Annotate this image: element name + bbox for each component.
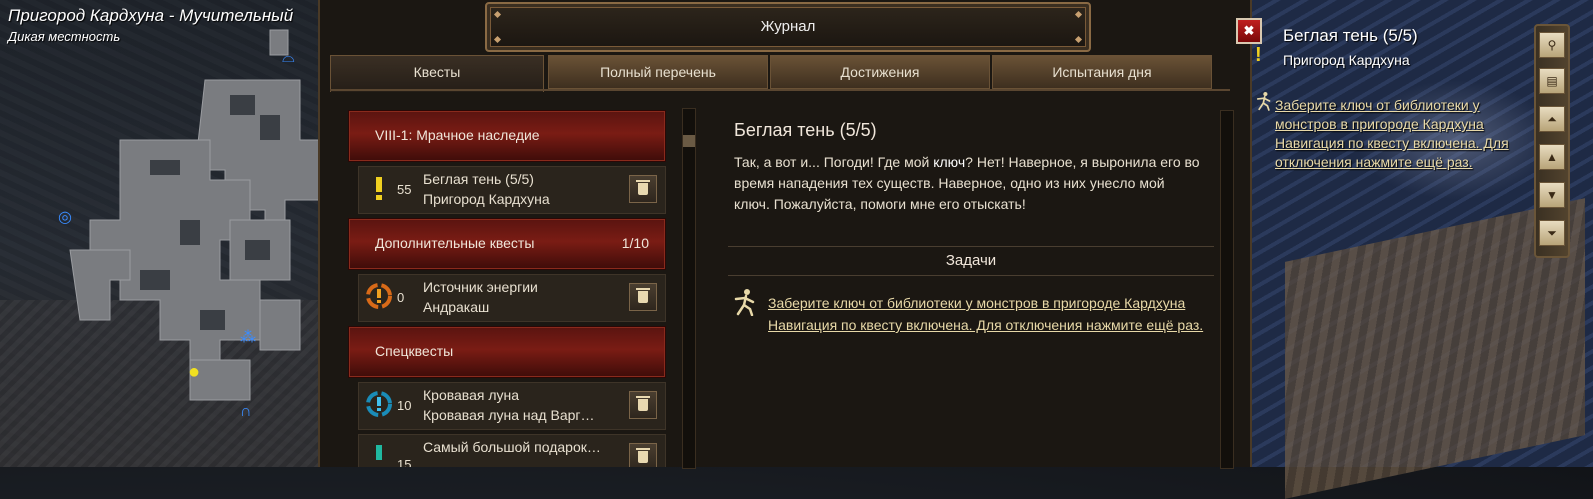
player-marker-icon: ● xyxy=(188,361,201,383)
quest-title: Беглая тень (5/5) xyxy=(423,171,534,187)
category-label: Спецквесты xyxy=(375,343,454,359)
quest-location: Пригород Кардхуна xyxy=(423,191,550,207)
scroll-icon[interactable]: ▤ xyxy=(1539,68,1565,94)
up-icon[interactable]: ▲ xyxy=(1539,144,1565,170)
task-nav-hint: Навигация по квесту включена. Для отключ… xyxy=(768,317,1204,333)
tab-achievements[interactable]: Достижения xyxy=(770,55,990,89)
scroll-thumb[interactable] xyxy=(683,135,695,147)
quest-title: Источник энергии xyxy=(423,279,538,295)
corner-stud xyxy=(1074,35,1083,44)
double-down-icon[interactable]: ⏷ xyxy=(1539,220,1565,246)
quest-level: 10 xyxy=(397,398,412,413)
quest-level: 0 xyxy=(397,290,405,305)
exclamation-icon: ! xyxy=(1255,44,1262,66)
down-icon[interactable]: ▼ xyxy=(1539,182,1565,208)
close-button[interactable]: ✖ xyxy=(1236,18,1262,44)
quest-location: Андракаш xyxy=(423,299,490,315)
quest-location: Кровавая луна над Варг… xyxy=(423,407,595,423)
location-label: Пригород Кардхуна - Мучительный Дикая ме… xyxy=(8,6,293,44)
tracker-objective-link[interactable]: Заберите ключ от библиотеки у монстров в… xyxy=(1275,96,1535,172)
corner-stud xyxy=(493,10,502,19)
tracker-sidebar: ⚲ ▤ ⏶ ▲ ▼ ⏷ xyxy=(1534,24,1570,258)
category-extra[interactable]: Дополнительные квесты 1/10 xyxy=(348,218,666,270)
quest-level: 15 xyxy=(397,457,412,467)
quest-entry-biggest-gift[interactable]: 15 Самый большой подарок… xyxy=(358,434,666,467)
zone-name: Пригород Кардхуна - Мучительный xyxy=(8,6,294,25)
corner-stud xyxy=(493,35,502,44)
exclamation-icon xyxy=(376,445,382,460)
tasks-header: Задачи xyxy=(728,246,1214,276)
running-figure-icon xyxy=(1256,92,1271,111)
tracker-nav-hint: Навигация по квесту включена. Для отключ… xyxy=(1275,135,1509,170)
tab-daily-challenges[interactable]: Испытания дня xyxy=(992,55,1212,89)
double-up-icon[interactable]: ⏶ xyxy=(1539,106,1565,132)
category-special[interactable]: Спецквесты xyxy=(348,326,666,378)
trash-icon xyxy=(636,396,650,398)
trash-icon xyxy=(636,180,650,182)
task-objective-link[interactable]: Заберите ключ от библиотеки у монстров в… xyxy=(768,292,1228,336)
quest-entry-blood-moon[interactable]: 10 Кровавая луна Кровавая луна над Варг… xyxy=(358,382,666,430)
journal-title-bar[interactable]: Журнал xyxy=(485,2,1091,52)
portal-icon[interactable]: ⌓ xyxy=(282,50,295,66)
gate-icon[interactable]: ∩ xyxy=(240,404,252,420)
quest-list-scrollbar[interactable] xyxy=(682,108,696,469)
category-count: 1/10 xyxy=(621,235,649,251)
abandon-quest-button[interactable] xyxy=(629,283,657,311)
quest-title: Самый большой подарок… xyxy=(423,439,601,455)
quest-entry-fleeing-shadow[interactable]: 55 Беглая тень (5/5) Пригород Кардхуна xyxy=(358,166,666,214)
running-figure-icon xyxy=(734,289,755,316)
tracker-title: Беглая тень (5/5) xyxy=(1283,26,1418,45)
journal-title: Журнал xyxy=(760,18,816,35)
detail-description: Так, а вот и... Погоди! Где мой ключ? Не… xyxy=(734,154,1200,212)
abandon-quest-button[interactable] xyxy=(629,443,657,467)
quest-detail: Беглая тень (5/5) Так, а вот и... Погоди… xyxy=(714,106,1214,467)
repeatable-quest-icon xyxy=(366,391,392,417)
quest-title: Кровавая луна xyxy=(423,387,520,403)
quest-list: VIII-1: Мрачное наследие 55 Беглая тень … xyxy=(348,108,668,467)
tab-quests[interactable]: Квесты xyxy=(330,55,544,92)
trash-icon xyxy=(636,448,650,450)
tracker-location: Пригород Кардхуна xyxy=(1283,52,1410,68)
exclamation-icon xyxy=(376,177,382,200)
tabs-divider xyxy=(330,89,1230,91)
abandon-quest-button[interactable] xyxy=(629,391,657,419)
journal-window: Журнал ✖ Квесты Полный перечень Достижен… xyxy=(318,0,1262,469)
highlight-keyword: ключ xyxy=(933,154,966,170)
quest-entry-energy-source[interactable]: 0 Источник энергии Андракаш xyxy=(358,274,666,322)
category-label: VIII-1: Мрачное наследие xyxy=(375,127,540,143)
detail-scrollbar[interactable] xyxy=(1220,110,1234,469)
zone-type: Дикая местность xyxy=(8,29,121,44)
abandon-quest-button[interactable] xyxy=(629,175,657,203)
category-main[interactable]: VIII-1: Мрачное наследие xyxy=(348,110,666,162)
trash-icon xyxy=(636,288,650,290)
search-icon[interactable]: ⚲ xyxy=(1539,32,1565,58)
quest-level: 55 xyxy=(397,182,412,197)
repeatable-quest-icon xyxy=(366,283,392,309)
journal-tabs: Квесты Полный перечень Достижения Испыта… xyxy=(330,55,1230,92)
tab-full-list[interactable]: Полный перечень xyxy=(548,55,768,89)
corner-stud xyxy=(1074,10,1083,19)
waypoint-icon[interactable]: ◎ xyxy=(58,210,72,226)
npc-group-icon[interactable]: ⁂ xyxy=(240,330,256,346)
detail-title: Беглая тень (5/5) xyxy=(734,120,877,140)
category-label: Дополнительные квесты xyxy=(375,235,535,251)
